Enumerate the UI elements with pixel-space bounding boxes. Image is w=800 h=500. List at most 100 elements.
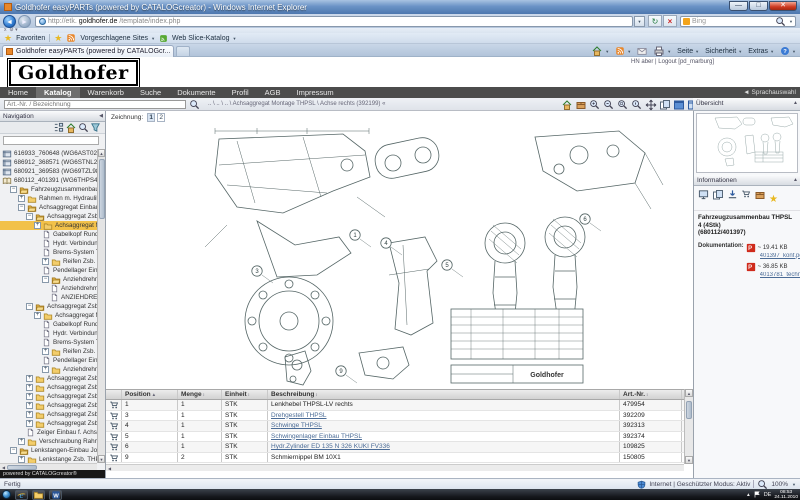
package-icon[interactable] [754,189,766,207]
menu-item-warenkorb[interactable]: Warenkorb [80,87,132,98]
artnr-search-icon[interactable] [189,99,200,110]
cmd-home-menu[interactable]: ▼ [591,45,609,57]
url-field[interactable]: http://etk.goldhofer.de/template/index.p… [35,16,633,27]
cmd-tools-menu[interactable]: Extras▼ [748,48,774,55]
informationen-collapse-icon[interactable]: ▲ [793,175,798,186]
sort-icon[interactable]: ↕ [315,392,317,397]
zoom-icon[interactable] [757,479,768,490]
bing-search-input[interactable]: Bing ▼ [680,16,796,27]
tree-item[interactable]: +Achsaggregat Zsb. THPSL [0,392,97,401]
tree-toggle-icon[interactable]: + [18,195,25,202]
tree-item[interactable]: −Fahrzeugzusammenbau THPSL 4 (4... [0,185,97,194]
tree-item[interactable]: +Achsaggregat Zsb. THPSL [0,401,97,410]
tree-item[interactable]: Brems-System THPSL [0,338,97,347]
download-icon[interactable] [727,189,738,207]
menu-item-home[interactable]: Home [0,87,36,98]
sort-icon[interactable]: ↕ [248,392,250,397]
tree-scrollbar[interactable]: ▲ ▼ [97,149,105,463]
stop-button[interactable]: × [663,15,677,27]
tree-item[interactable]: Pendellager Einbau THPSL [0,356,97,365]
home-icon[interactable] [560,98,573,111]
breadcrumb[interactable]: .. \ .. \ .. \ Achsaggregat Montage THPS… [208,98,548,111]
taskbar-explorer-icon[interactable] [32,490,45,500]
tree-item[interactable]: +Achsaggregat Zsb. THPSL [0,410,97,419]
tree-filter-input[interactable] [3,136,99,145]
add-to-cart-icon[interactable] [106,400,122,410]
tree-item[interactable]: −Achsaggregat Zsb. THPSL [0,212,97,221]
scroll-down-icon[interactable]: ▼ [98,455,105,463]
web-slice-button[interactable]: Web Slice-Katalog▼ [172,35,236,42]
add-to-cart-icon[interactable] [106,432,122,442]
tree-toggle-icon[interactable]: + [26,393,33,400]
start-button[interactable] [2,490,11,499]
sort-icon[interactable]: ↕ [646,392,648,397]
tree-item[interactable]: +Achsaggregat Zsb. THPSL [0,383,97,392]
zoom-dropdown-icon[interactable]: ▼ [792,482,796,487]
tree-item[interactable]: +Anziehdrehmomente [0,365,97,374]
suggested-sites-button[interactable]: Vorgeschlagene Sites▼ [80,35,155,42]
tree-item[interactable]: 616933_760648 (WG6AST0254618462) [0,149,97,158]
column-header-beschreibung[interactable]: Beschreibung↕ [268,390,620,399]
scroll-up-icon[interactable]: ▲ [98,149,105,157]
menu-item-dokumente[interactable]: Dokumente [169,87,223,98]
cmd-read-mail[interactable] [637,46,647,56]
menu-item-katalog[interactable]: Katalog [36,87,80,98]
overview-thumbnail[interactable] [696,113,798,173]
add-to-cart-icon[interactable] [106,453,122,463]
favorites-button[interactable]: Favoriten [16,35,45,42]
scroll-thumb[interactable] [99,159,105,219]
cmd-print[interactable]: ▼ [653,45,671,57]
table-row[interactable]: 92STKSchmiernippel BM 10X1150805 [106,453,693,464]
close-button[interactable]: ✕ [769,1,797,11]
tree-toggle-icon[interactable]: + [26,384,33,391]
tree-toggle-icon[interactable]: + [42,348,49,355]
zoom-actual-icon[interactable] [630,98,643,111]
tree-item[interactable]: +Achsaggregat Montage THPS... [0,221,97,230]
tree-toggle-icon[interactable]: + [42,366,49,373]
tree-toggle-icon[interactable]: − [42,276,49,283]
tree-item[interactable]: Anziehdrehmoment Allge... [0,284,97,293]
search-icon[interactable] [78,122,89,133]
artnr-search-input[interactable] [4,100,186,109]
cmd-page-menu[interactable]: Seite▼ [677,48,699,55]
zoom-out-icon[interactable] [602,98,615,111]
tree-toggle-icon[interactable]: − [26,303,33,310]
document-link[interactable]: 401397_konf.pdf [760,253,800,259]
tree-item[interactable]: +Reifen Zsb. THPSL [0,347,97,356]
table-row[interactable]: 31STKDrehgestell THPSL392209 [106,411,693,422]
taskbar-ie-icon[interactable]: e [15,490,28,500]
menu-item-agb[interactable]: AGB [257,87,289,98]
cell-beschreibung[interactable]: Schwinge THPSL [268,421,620,431]
tree-item[interactable]: +Verschraubung Rahmen a. Ac... [0,437,97,446]
tree-item[interactable]: +Achsaggregat Montage THPS... [0,311,97,320]
tree-item[interactable]: Hydr. Verbindung Achsagg... [0,239,97,248]
filter-icon[interactable] [90,122,101,133]
menu-item-suche[interactable]: Suche [132,87,169,98]
tree-item[interactable]: 680112_401391 (WG6THPS4880833691) [0,176,97,185]
menu-item-profil[interactable]: Profil [224,87,257,98]
tree-item[interactable]: Pendellager Einbau THPSL [0,266,97,275]
back-button[interactable]: ◄ [3,15,16,28]
tree-toggle-icon[interactable]: − [18,204,25,211]
page-1[interactable]: 1 [147,113,155,122]
package-icon[interactable] [574,98,587,111]
tree-item[interactable]: Gabelkopf Rundloch kpl. [0,320,97,329]
pages-icon[interactable] [658,98,671,111]
tree-toggle-icon[interactable]: + [42,258,49,265]
table-row[interactable]: 61STKHydr.Zylinder ED 135 N 326 KUKI FV3… [106,442,693,453]
tree-item[interactable]: 686912_368571 (WG6STNL2690808731) [0,158,97,167]
navigation-collapse-icon[interactable]: ◀ [99,111,103,122]
column-header-artnr[interactable]: Art.-Nr.↕ [620,390,682,399]
tree-item[interactable]: +Achsaggregat Zsb. THPSL [0,374,97,383]
cell-beschreibung[interactable]: Hydr.Zylinder ED 135 N 326 KUKI FV336 [268,442,620,452]
table-scroll-left-icon[interactable]: ◀ [106,466,113,471]
tree-item[interactable]: +Lenkstange Zsb. THPSL [0,455,97,463]
tree-toggle-icon[interactable]: + [26,375,33,382]
zoom-level[interactable]: 100% [771,481,788,488]
add-to-cart-icon[interactable] [106,442,122,452]
language-indicator[interactable]: DE [764,492,772,498]
sort-icon[interactable]: ↕ [203,392,205,397]
table-scroll-up-icon[interactable]: ▲ [685,389,693,397]
tree-item[interactable]: ANZIEHDREHMOMENT-S... [0,293,97,302]
url-dropdown-icon[interactable]: ▼ [634,16,645,27]
